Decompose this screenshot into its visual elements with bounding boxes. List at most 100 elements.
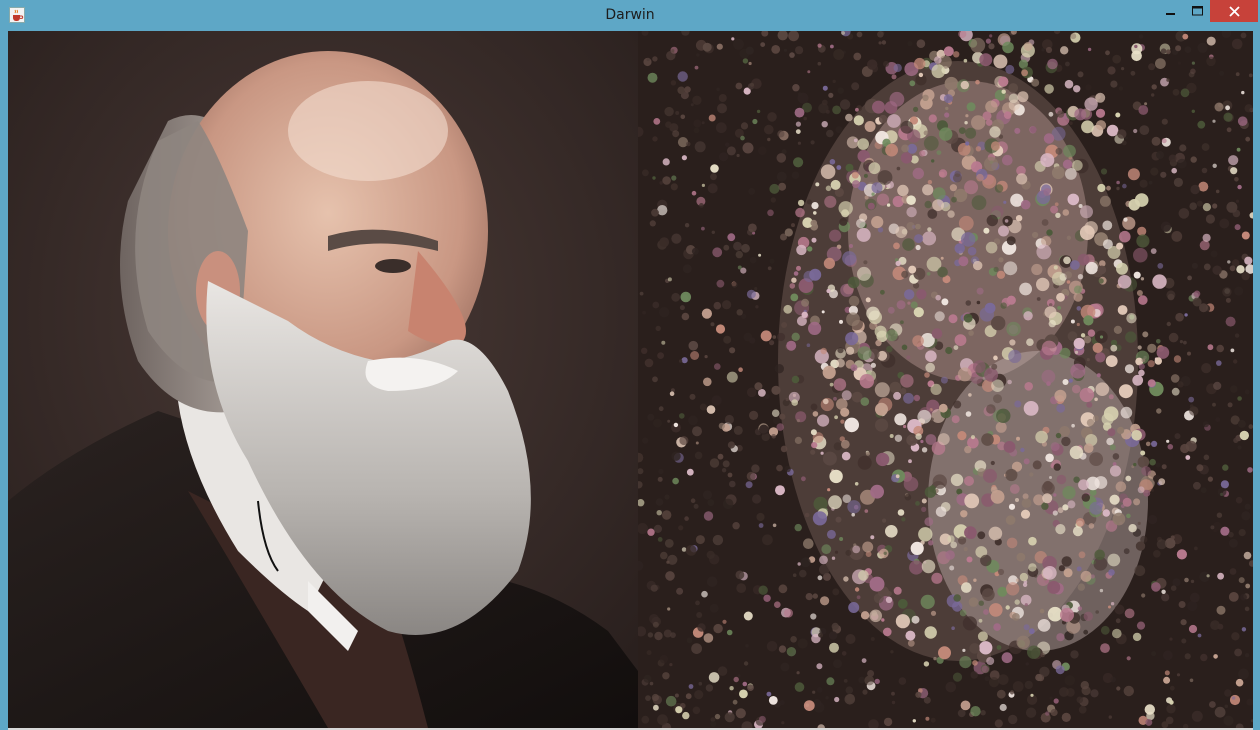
mosaic-dot <box>1045 711 1050 716</box>
mosaic-dot <box>1024 603 1028 607</box>
mosaic-dot <box>1152 274 1167 289</box>
mosaic-dot <box>685 693 692 700</box>
mosaic-dot <box>1131 430 1142 441</box>
mosaic-dot <box>1136 621 1146 630</box>
mosaic-dot <box>869 609 882 623</box>
mosaic-dot <box>652 176 656 180</box>
mosaic-dot <box>1077 583 1085 591</box>
mosaic-dot <box>886 329 898 342</box>
mosaic-dot <box>924 372 930 378</box>
mosaic-dot <box>893 63 902 73</box>
mosaic-dot <box>1065 61 1070 67</box>
mosaic-dot <box>652 621 659 628</box>
mosaic-dot <box>810 613 817 620</box>
mosaic-dot <box>871 192 875 196</box>
mosaic-dot <box>657 537 663 542</box>
mosaic-dot <box>1170 374 1180 383</box>
mosaic-dot <box>1180 88 1190 98</box>
mosaic-dot <box>1244 104 1253 113</box>
mosaic-dot <box>1071 423 1075 428</box>
mosaic-dot <box>893 242 900 250</box>
maximize-button[interactable] <box>1184 0 1210 22</box>
mosaic-dot <box>1243 551 1252 560</box>
mosaic-dot <box>1132 374 1144 386</box>
mosaic-dot <box>1184 313 1188 317</box>
mosaic-dot <box>821 310 825 314</box>
mosaic-dot <box>1003 441 1016 453</box>
mosaic-dot <box>739 689 748 699</box>
mosaic-dot <box>1040 652 1045 658</box>
title-bar[interactable]: Darwin <box>0 0 1260 31</box>
mosaic-dot <box>825 109 830 114</box>
mosaic-dot <box>811 202 819 210</box>
mosaic-dot <box>875 402 888 416</box>
mosaic-dot <box>1172 578 1181 587</box>
mosaic-dot <box>963 313 973 323</box>
mosaic-dot <box>803 270 815 283</box>
mosaic-dot <box>833 442 842 451</box>
mosaic-dot <box>832 588 840 596</box>
mosaic-dot <box>662 176 671 185</box>
mosaic-dot <box>797 141 801 145</box>
minimize-button[interactable] <box>1158 0 1184 22</box>
mosaic-dot <box>853 52 862 61</box>
mosaic-dot <box>1070 363 1086 379</box>
mosaic-dot <box>760 330 772 342</box>
mosaic-dot <box>837 347 844 354</box>
mosaic-dot <box>1052 271 1066 286</box>
mosaic-dot <box>949 565 955 571</box>
mosaic-dot <box>1074 108 1087 121</box>
mosaic-dot <box>812 511 827 526</box>
mosaic-dot <box>1087 47 1092 52</box>
mosaic-dot <box>1248 424 1253 429</box>
mosaic-dot <box>1008 99 1020 111</box>
mosaic-dot <box>999 703 1007 712</box>
mosaic-dot <box>895 474 900 479</box>
mosaic-dot <box>1009 690 1015 695</box>
mosaic-dot <box>1223 715 1234 726</box>
mosaic-dot <box>1003 111 1012 119</box>
mosaic-dot <box>1012 681 1024 692</box>
mosaic-dot <box>1062 486 1076 500</box>
mosaic-dot <box>777 332 786 342</box>
mosaic-dot <box>664 494 670 500</box>
mosaic-dot <box>820 347 827 355</box>
mosaic-dot <box>997 568 1005 576</box>
mosaic-dot <box>851 82 860 91</box>
mosaic-dot <box>855 107 859 112</box>
mosaic-dot <box>651 208 659 217</box>
close-button[interactable] <box>1210 0 1258 22</box>
mosaic-dot <box>655 498 664 506</box>
mosaic-dot <box>826 529 836 539</box>
mosaic-dot <box>824 195 837 208</box>
mosaic-dot <box>985 38 991 44</box>
mosaic-dot <box>1203 454 1210 461</box>
mosaic-dot <box>1174 433 1181 440</box>
mosaic-dot <box>960 510 968 518</box>
mosaic-dot <box>679 436 689 446</box>
mosaic-dot <box>1072 526 1083 537</box>
mosaic-dot <box>1055 212 1061 218</box>
mosaic-dot <box>816 663 823 670</box>
mosaic-dot <box>1151 488 1154 492</box>
mosaic-dot <box>1095 352 1106 363</box>
mosaic-dot <box>717 453 724 460</box>
mosaic-dot <box>1118 384 1133 399</box>
mosaic-dot <box>1212 402 1216 407</box>
mosaic-dot <box>914 57 926 70</box>
mosaic-dot <box>805 593 813 601</box>
mosaic-dot <box>647 528 655 536</box>
mosaic-dot <box>1140 277 1145 281</box>
mosaic-dot <box>1075 518 1085 527</box>
mosaic-dot <box>831 622 839 631</box>
mosaic-dot <box>766 641 778 652</box>
mosaic-dot <box>766 691 772 697</box>
mosaic-dot <box>925 350 937 363</box>
mosaic-dot <box>1005 605 1010 610</box>
mosaic-dot <box>897 509 905 516</box>
mosaic-dot <box>1178 208 1190 219</box>
mosaic-dot <box>1187 351 1191 356</box>
mosaic-dot <box>1019 282 1032 296</box>
mosaic-dot <box>663 629 672 638</box>
mosaic-dot <box>849 244 853 248</box>
